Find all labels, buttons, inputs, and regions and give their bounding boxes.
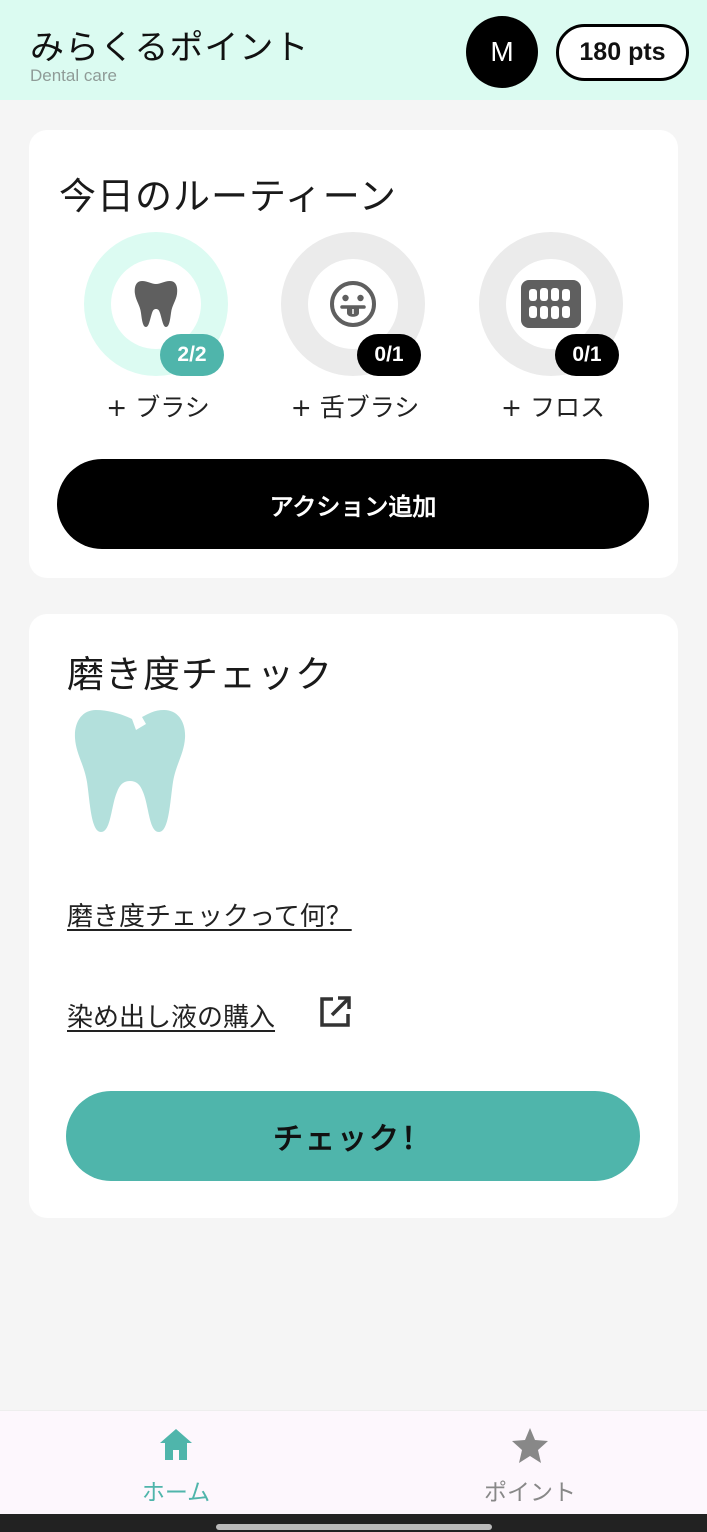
system-gesture-bar — [0, 1514, 707, 1532]
tooth-icon — [134, 281, 178, 327]
routine-card: 今日のルーティーン 2/2 + ブラシ 0/1 + 舌ブラシ 0/1 + フロス… — [29, 130, 678, 578]
bottom-navigation: ホーム ポイント — [0, 1410, 707, 1514]
routine-title: 今日のルーティーン — [59, 175, 397, 218]
add-action-button[interactable]: アクション追加 — [57, 459, 649, 549]
routine-label: + フロス — [501, 393, 605, 422]
routine-item-brush[interactable]: 2/2 + ブラシ — [78, 230, 238, 430]
count-badge: 0/1 — [555, 334, 619, 376]
gesture-handle[interactable] — [216, 1524, 492, 1530]
check-title: 磨き度チェック — [67, 653, 333, 696]
routine-item-floss[interactable]: 0/1 + フロス — [473, 230, 633, 430]
avatar[interactable]: M — [466, 16, 538, 88]
dentures-icon — [521, 280, 581, 328]
home-icon — [160, 1429, 192, 1460]
count-badge: 2/2 — [160, 334, 224, 376]
app-title: みらくるポイント — [30, 28, 310, 68]
buy-disclosing-solution-link[interactable]: 染め出し液の購入 — [67, 997, 275, 1034]
external-link-icon[interactable] — [317, 994, 353, 1030]
tooth-illustration — [74, 710, 186, 832]
nav-label-points: ポイント — [484, 1480, 576, 1506]
nav-item-points[interactable]: ポイント — [430, 1425, 630, 1511]
app-header: みらくるポイント Dental care M 180 pts — [0, 0, 707, 100]
routine-label: + 舌ブラシ — [290, 393, 420, 422]
routine-label: + ブラシ — [106, 393, 210, 422]
tongue-face-icon — [330, 281, 376, 327]
routine-item-tongue-brush[interactable]: 0/1 + 舌ブラシ — [275, 230, 435, 430]
what-is-check-link[interactable]: 磨き度チェックって何？ — [67, 896, 352, 933]
star-icon — [512, 1428, 548, 1463]
nav-item-home[interactable]: ホーム — [76, 1425, 276, 1511]
nav-label-home: ホーム — [141, 1480, 211, 1506]
check-button[interactable]: チェック！ — [66, 1091, 640, 1181]
app-subtitle: Dental care — [30, 66, 117, 85]
count-badge: 0/1 — [357, 334, 421, 376]
brushing-check-card: 磨き度チェック 磨き度チェックって何？ 染め出し液の購入 チェック！ — [29, 614, 678, 1218]
points-badge[interactable]: 180 pts — [556, 24, 689, 81]
